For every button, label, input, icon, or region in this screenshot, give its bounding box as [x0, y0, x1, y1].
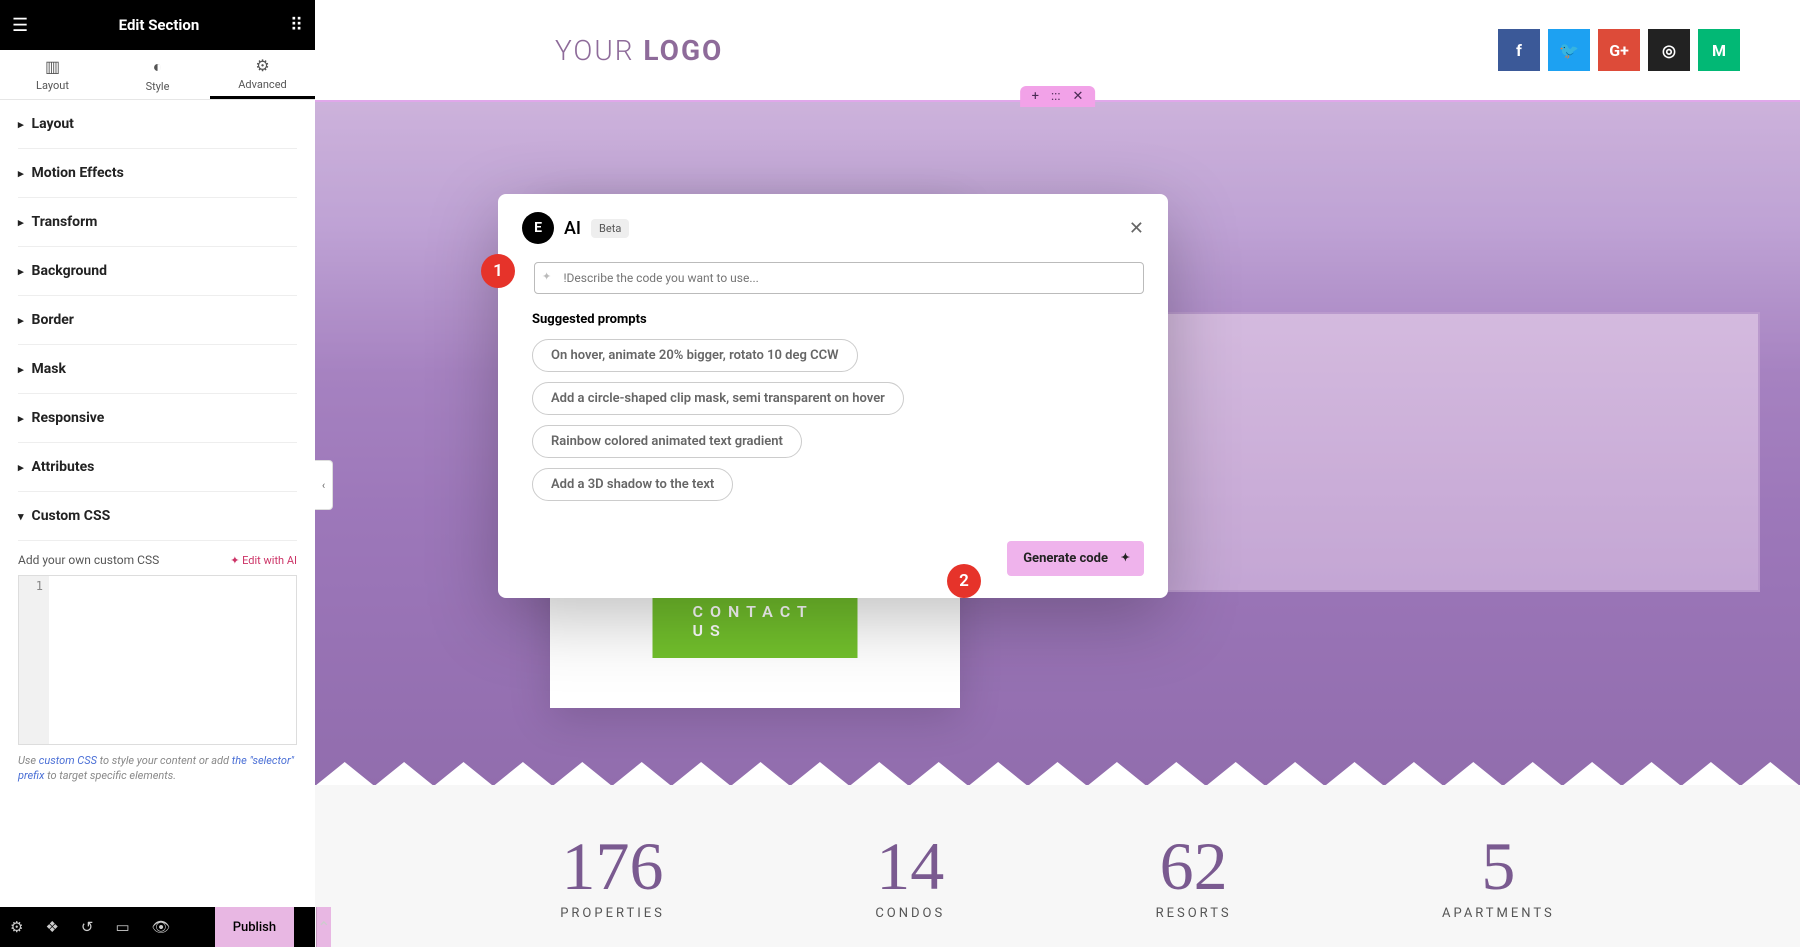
- social-links: f 🐦 G+ ◎ M: [1498, 29, 1740, 71]
- publish-button[interactable]: Publish: [215, 907, 294, 947]
- generate-code-button[interactable]: Generate code: [1007, 541, 1144, 576]
- acc-border[interactable]: ▸Border: [18, 296, 297, 345]
- sidebar-title: Edit Section: [28, 16, 290, 34]
- acc-mask[interactable]: ▸Mask: [18, 345, 297, 394]
- instagram-icon[interactable]: ◎: [1648, 29, 1690, 71]
- prompt-input[interactable]: [534, 262, 1144, 294]
- suggested-title: Suggested prompts: [532, 312, 1144, 327]
- sidebar-header: ☰ Edit Section ⠿: [0, 0, 315, 50]
- stat-condos: 14CONDOS: [875, 832, 945, 921]
- ai-modal: E AI Beta ✕ Suggested prompts On hover, …: [498, 194, 1168, 598]
- chip-3d-shadow[interactable]: Add a 3D shadow to the text: [532, 468, 733, 501]
- custom-css-link[interactable]: custom CSS: [39, 754, 97, 767]
- caret-right-icon: ▸: [18, 461, 24, 474]
- settings-icon[interactable]: ⚙: [10, 918, 23, 936]
- beta-badge: Beta: [591, 219, 629, 238]
- tab-style[interactable]: ◐Style: [105, 50, 210, 99]
- caret-right-icon: ▸: [18, 314, 24, 327]
- history-icon[interactable]: ↺: [81, 918, 94, 936]
- modal-header: E AI Beta ✕: [522, 212, 1144, 244]
- caret-right-icon: ▸: [18, 363, 24, 376]
- apps-icon[interactable]: ⠿: [290, 15, 303, 36]
- caret-right-icon: ▸: [18, 118, 24, 131]
- suggested-chips: On hover, animate 20% bigger, rotato 10 …: [522, 339, 1144, 501]
- preview-icon[interactable]: 👁: [152, 918, 171, 936]
- site-logo: YOUR LOGO: [555, 34, 723, 67]
- editor-sidebar: ☰ Edit Section ⠿ ▥Layout ◐Style ⚙Advance…: [0, 0, 315, 947]
- hamburger-icon[interactable]: ☰: [12, 15, 28, 36]
- close-icon[interactable]: ✕: [1129, 218, 1144, 239]
- prompt-wrap: [522, 262, 1144, 294]
- caret-right-icon: ▸: [18, 167, 24, 180]
- acc-custom-css[interactable]: ▾Custom CSS: [18, 492, 297, 541]
- editor-tabs: ▥Layout ◐Style ⚙Advanced: [0, 50, 315, 100]
- publish-dropdown[interactable]: ⌃: [316, 907, 330, 947]
- acc-responsive[interactable]: ▸Responsive: [18, 394, 297, 443]
- code-input[interactable]: [49, 576, 296, 744]
- caret-right-icon: ▸: [18, 216, 24, 229]
- tab-layout[interactable]: ▥Layout: [0, 50, 105, 99]
- acc-motion[interactable]: ▸Motion Effects: [18, 149, 297, 198]
- stats-section: 176PROPERTIES 14CONDOS 62RESORTS 5APARTM…: [315, 785, 1800, 947]
- collapse-sidebar[interactable]: ‹: [315, 460, 333, 510]
- annotation-badge-2: 2: [947, 564, 981, 598]
- responsive-icon[interactable]: ▭: [115, 918, 129, 936]
- add-section-icon[interactable]: +: [1032, 89, 1039, 104]
- layout-icon: ▥: [45, 57, 60, 76]
- code-gutter: 1: [19, 576, 49, 744]
- style-icon: ◐: [153, 57, 163, 77]
- gear-icon: ⚙: [255, 56, 269, 75]
- custom-css-label: Add your own custom CSS ✦ Edit with AI: [18, 553, 297, 567]
- code-editor[interactable]: 1: [18, 575, 297, 745]
- accordion: ▸Layout ▸Motion Effects ▸Transform ▸Back…: [0, 100, 315, 907]
- chip-clip-mask[interactable]: Add a circle-shaped clip mask, semi tran…: [532, 382, 904, 415]
- site-topbar: YOUR LOGO f 🐦 G+ ◎ M: [315, 0, 1800, 100]
- acc-transform[interactable]: ▸Transform: [18, 198, 297, 247]
- modal-title: AI: [564, 218, 581, 239]
- acc-attributes[interactable]: ▸Attributes: [18, 443, 297, 492]
- chip-hover-animate[interactable]: On hover, animate 20% bigger, rotato 10 …: [532, 339, 858, 372]
- stat-resorts: 62RESORTS: [1156, 832, 1232, 921]
- acc-layout[interactable]: ▸Layout: [18, 100, 297, 149]
- stat-apartments: 5APARTMENTS: [1442, 832, 1555, 921]
- caret-down-icon: ▾: [18, 510, 24, 523]
- stat-properties: 176PROPERTIES: [560, 832, 665, 921]
- section-handle: + ::: ✕: [1020, 86, 1096, 107]
- medium-icon[interactable]: M: [1698, 29, 1740, 71]
- bottom-bar: ⚙ ❖ ↺ ▭ 👁 Publish ⌃: [0, 907, 315, 947]
- tab-advanced[interactable]: ⚙Advanced: [210, 50, 315, 99]
- caret-right-icon: ▸: [18, 412, 24, 425]
- elementor-logo-icon: E: [522, 212, 554, 244]
- delete-section-icon[interactable]: ✕: [1072, 89, 1083, 104]
- chip-rainbow-gradient[interactable]: Rainbow colored animated text gradient: [532, 425, 802, 458]
- custom-css-hint: Use custom CSS to style your content or …: [18, 753, 297, 784]
- annotation-badge-1: 1: [481, 254, 515, 288]
- drag-section-icon[interactable]: :::: [1051, 89, 1060, 104]
- googleplus-icon[interactable]: G+: [1598, 29, 1640, 71]
- facebook-icon[interactable]: f: [1498, 29, 1540, 71]
- acc-background[interactable]: ▸Background: [18, 247, 297, 296]
- edit-with-ai-link[interactable]: ✦ Edit with AI: [230, 554, 297, 567]
- navigator-icon[interactable]: ❖: [45, 918, 58, 936]
- twitter-icon[interactable]: 🐦: [1548, 29, 1590, 71]
- modal-footer: Generate code: [522, 541, 1144, 576]
- caret-right-icon: ▸: [18, 265, 24, 278]
